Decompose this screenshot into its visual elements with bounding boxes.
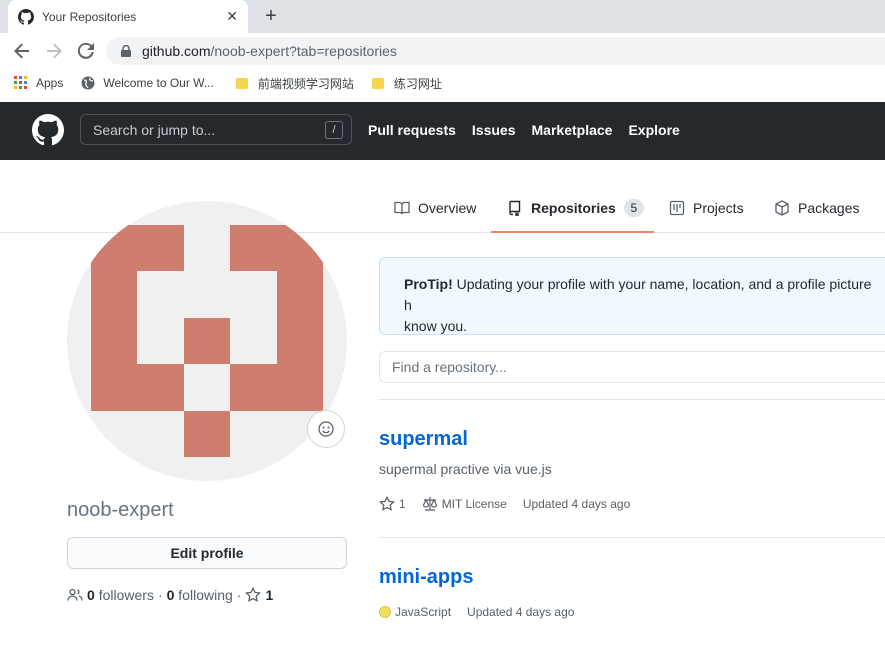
- bookmark-welcome-label: Welcome to Our W...: [103, 76, 214, 90]
- browser-toolbar: github.com/noob-expert?tab=repositories: [0, 33, 885, 69]
- protip-text: Updating your profile with your name, lo…: [404, 276, 872, 313]
- repo-meta: JavaScript Updated 4 days ago: [379, 605, 590, 619]
- repo-link-supermal[interactable]: supermal: [379, 428, 468, 451]
- project-icon: [669, 200, 685, 216]
- tab-packages[interactable]: Packages: [774, 184, 859, 232]
- star-icon: [245, 587, 262, 602]
- set-status-button[interactable]: [307, 410, 345, 448]
- new-tab-button[interactable]: +: [260, 5, 282, 27]
- divider: [379, 399, 885, 400]
- tab-projects-label: Projects: [693, 200, 744, 216]
- stars-count[interactable]: 1: [265, 587, 273, 603]
- tab-close-icon[interactable]: ✕: [226, 8, 238, 25]
- tab-projects[interactable]: Projects: [669, 184, 744, 232]
- law-icon: [422, 497, 437, 511]
- bookmark-apps-label: Apps: [36, 76, 64, 90]
- repo-language: JavaScript: [379, 605, 451, 619]
- forward-icon[interactable]: [38, 35, 70, 67]
- globe-icon: [81, 76, 95, 90]
- url-host: github.com: [142, 43, 211, 59]
- repo-meta: 1 MIT License Updated 4 days ago: [379, 496, 646, 512]
- github-search-placeholder: Search or jump to...: [93, 121, 216, 138]
- tab-title: Your Repositories: [42, 9, 137, 24]
- back-icon[interactable]: [6, 35, 38, 67]
- tab-repositories-label: Repositories: [531, 199, 616, 216]
- book-icon: [394, 201, 410, 215]
- bookmark-folder-1[interactable]: 前端视频学习网站: [235, 75, 354, 92]
- github-logo-icon[interactable]: [32, 114, 64, 146]
- apps-grid-icon: [14, 76, 27, 89]
- browser-tabstrip: Your Repositories ✕ +: [0, 0, 885, 33]
- profile-username: noob-expert: [67, 499, 174, 521]
- language-color-dot: [379, 606, 391, 618]
- repo-link-mini-apps[interactable]: mini-apps: [379, 566, 473, 589]
- following-label: following: [178, 587, 233, 603]
- repo-updated: Updated 4 days ago: [467, 605, 575, 619]
- smiley-icon: [318, 421, 334, 437]
- separator-dot: ·: [236, 587, 242, 603]
- bookmark-welcome[interactable]: Welcome to Our W...: [81, 76, 214, 90]
- identicon-image: [91, 225, 323, 457]
- address-bar[interactable]: github.com/noob-expert?tab=repositories: [106, 37, 885, 65]
- bookmark-folder-1-label: 前端视频学习网站: [257, 76, 354, 91]
- repo-icon: [509, 200, 521, 216]
- followers-count: 0: [87, 587, 95, 603]
- github-search-input[interactable]: Search or jump to... /: [80, 114, 352, 145]
- nav-pull-requests[interactable]: Pull requests: [368, 122, 456, 138]
- github-favicon-icon: [18, 8, 34, 25]
- tab-overview-label: Overview: [418, 200, 477, 216]
- reload-icon[interactable]: [70, 35, 102, 67]
- repo-description: supermal practive via vue.js: [379, 461, 552, 477]
- repo-stars-count: 1: [399, 497, 406, 511]
- follow-stats: 0 followers · 0 following · 1: [67, 587, 273, 603]
- people-icon: [67, 588, 83, 601]
- protip-label: ProTip!: [404, 276, 453, 292]
- bookmark-folder-2-label: 练习网址: [393, 76, 442, 91]
- nav-issues[interactable]: Issues: [472, 122, 516, 138]
- bookmarks-bar: Apps Welcome to Our W... 前端视频学习网站 练习网址: [0, 69, 885, 97]
- repo-stars-link[interactable]: 1: [379, 496, 406, 512]
- github-nav: Pull requests Issues Marketplace Explore: [368, 122, 696, 138]
- following-link[interactable]: 0 following: [167, 587, 233, 603]
- tab-repositories[interactable]: Repositories 5: [491, 184, 654, 233]
- protip-banner: ProTip! Updating your profile with your …: [379, 257, 885, 335]
- repo-license-label: MIT License: [441, 497, 507, 511]
- repo-license: MIT License: [422, 496, 507, 512]
- folder-icon: [371, 77, 384, 89]
- bookmark-apps[interactable]: Apps: [14, 76, 63, 90]
- repo-language-label: JavaScript: [395, 605, 452, 619]
- followers-label: followers: [98, 587, 154, 603]
- protip-text-2: know you.: [404, 318, 468, 334]
- url-path: /noob-expert?tab=repositories: [210, 43, 397, 59]
- lock-icon: [121, 45, 131, 57]
- github-header: Search or jump to... / Pull requests Iss…: [0, 102, 885, 160]
- bookmark-folder-2[interactable]: 练习网址: [371, 75, 442, 92]
- followers-link[interactable]: 0 followers: [87, 587, 154, 603]
- avatar[interactable]: [67, 201, 347, 481]
- separator-dot: ·: [157, 587, 163, 603]
- repositories-count-badge: 5: [623, 198, 644, 217]
- nav-marketplace[interactable]: Marketplace: [532, 122, 613, 138]
- package-icon: [775, 200, 789, 216]
- search-shortcut-key: /: [325, 121, 343, 139]
- edit-profile-button[interactable]: Edit profile: [67, 537, 347, 569]
- following-count: 0: [166, 587, 175, 603]
- browser-tab[interactable]: Your Repositories ✕: [8, 0, 248, 33]
- find-repository-input[interactable]: [379, 351, 885, 383]
- star-icon: [379, 496, 395, 511]
- tab-overview[interactable]: Overview: [394, 184, 476, 232]
- repo-updated: Updated 4 days ago: [522, 497, 631, 511]
- divider: [379, 537, 885, 538]
- nav-explore[interactable]: Explore: [628, 122, 679, 138]
- folder-icon: [235, 77, 248, 89]
- tab-packages-label: Packages: [798, 200, 860, 216]
